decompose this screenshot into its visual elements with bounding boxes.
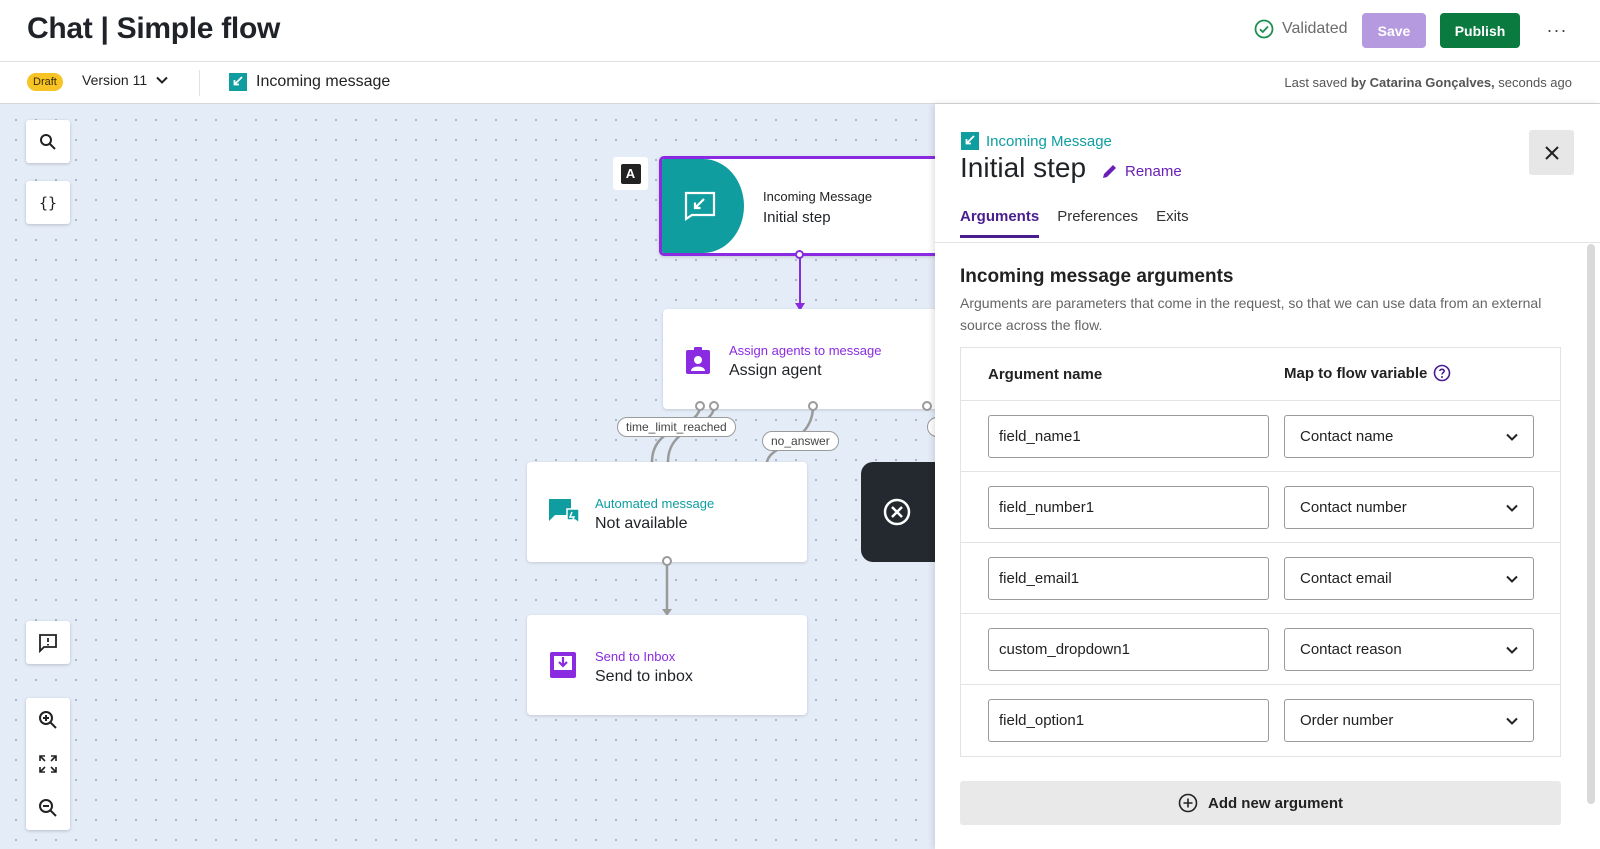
chevron-down-icon [1506, 646, 1518, 654]
node-automated-message[interactable]: Automated message Not available [527, 462, 807, 562]
validated-label: Validated [1282, 20, 1348, 37]
inbox-icon [550, 652, 576, 678]
add-argument-button[interactable]: Add new argument [960, 781, 1561, 825]
panel-tabs: Arguments Preferences Exits [960, 208, 1189, 238]
page-title: Chat | Simple flow [27, 12, 281, 45]
node-name: Assign agent [729, 362, 822, 379]
node-anchor[interactable] [922, 401, 932, 411]
argument-row: Contact email [961, 543, 1560, 614]
validation-status: Validated [1254, 19, 1348, 39]
close-icon [1544, 145, 1559, 160]
argument-name-input[interactable] [988, 415, 1269, 458]
node-icon-area [662, 159, 744, 253]
node-send-to-inbox[interactable]: Send to Inbox Send to inbox [527, 615, 807, 715]
chevron-down-icon [1506, 717, 1518, 725]
version-label: Version 11 [82, 72, 148, 88]
node-name: Not available [595, 515, 688, 532]
tab-preferences[interactable]: Preferences [1057, 208, 1138, 238]
node-anchor[interactable] [795, 250, 804, 259]
entry-marker-icon: A [620, 163, 641, 184]
argument-name-input[interactable] [988, 628, 1269, 671]
tab-exits[interactable]: Exits [1156, 208, 1189, 238]
node-type: Assign agents to message [729, 343, 882, 358]
rename-button[interactable]: Rename [1101, 162, 1182, 180]
panel-scrollbar[interactable] [1587, 244, 1595, 804]
divider [199, 70, 200, 96]
top-bar: Chat | Simple flow Validated Save Publis… [0, 0, 1600, 62]
help-icon[interactable] [1433, 364, 1451, 382]
sub-bar: Draft Version 11 Incoming message Last s… [0, 62, 1600, 104]
edge-label-time-limit: time_limit_reached [617, 417, 736, 437]
arguments-table: Argument name Map to flow variable Conta… [960, 347, 1561, 757]
current-step: Incoming message [228, 72, 390, 92]
step-details-panel: Incoming Message Initial step Rename Arg… [935, 104, 1600, 849]
panel-node-type: Incoming Message [960, 131, 1112, 151]
argument-name-input[interactable] [988, 557, 1269, 600]
argument-row: Contact reason [961, 614, 1560, 685]
node-name: Initial step [763, 209, 831, 226]
node-anchor[interactable] [808, 401, 818, 411]
node-type: Send to Inbox [595, 649, 676, 664]
section-description: Arguments are parameters that come in th… [960, 295, 1542, 333]
node-anchor[interactable] [695, 401, 705, 411]
arguments-table-header: Argument name Map to flow variable [961, 348, 1560, 401]
node-incoming-message[interactable]: Incoming Message Initial step [659, 156, 935, 256]
flow-variable-select[interactable]: Contact email [1284, 557, 1534, 600]
save-button[interactable]: Save [1362, 13, 1426, 48]
flow-variable-select[interactable]: Contact name [1284, 415, 1534, 458]
tabs-divider [935, 242, 1600, 243]
node-type: Incoming Message [763, 189, 873, 204]
panel-title: Initial step [960, 152, 1087, 183]
publish-button[interactable]: Publish [1440, 13, 1520, 48]
flow-canvas[interactable]: {} A Incoming Message Initial step Assig… [0, 104, 935, 849]
node-type: Automated message [595, 496, 715, 511]
argument-row: Order number [961, 685, 1560, 756]
node-assign-agents[interactable]: Assign agents to message Assign agent [663, 309, 935, 409]
more-options-icon[interactable]: ··· [1543, 18, 1571, 42]
tab-arguments[interactable]: Arguments [960, 208, 1040, 238]
panel-node-type-label: Incoming Message [986, 132, 1112, 150]
incoming-message-icon [961, 132, 979, 150]
automated-message-icon [549, 499, 580, 525]
pencil-icon [1103, 165, 1116, 178]
chevron-down-icon [1506, 433, 1518, 441]
flow-variable-select[interactable]: Order number [1284, 699, 1534, 742]
node-name: Send to inbox [595, 668, 693, 685]
add-argument-label: Add new argument [1207, 794, 1343, 812]
column-header-argument: Argument name [988, 366, 1103, 383]
node-anchor[interactable] [662, 556, 672, 566]
node-end[interactable] [861, 462, 935, 562]
entry-marker: A [613, 157, 648, 190]
plus-circle-icon [1178, 793, 1198, 813]
argument-name-input[interactable] [988, 699, 1269, 742]
rename-label: Rename [1125, 162, 1182, 180]
flow-variable-select[interactable]: Contact number [1284, 486, 1534, 529]
draft-badge: Draft [27, 73, 63, 91]
assign-agent-icon [686, 347, 710, 374]
argument-row: Contact name [961, 401, 1560, 472]
chevron-down-icon [156, 76, 168, 84]
check-circle-icon [1254, 19, 1274, 39]
column-header-variable: Map to flow variable [1284, 364, 1451, 382]
chevron-down-icon [1506, 504, 1518, 512]
incoming-message-icon [229, 73, 247, 91]
incoming-message-icon [684, 191, 716, 221]
version-selector[interactable]: Version 11 [82, 72, 169, 88]
argument-row: Contact number [961, 472, 1560, 543]
edge-label-no-answer: no_answer [762, 431, 839, 451]
argument-name-input[interactable] [988, 486, 1269, 529]
close-panel-button[interactable] [1529, 130, 1574, 175]
close-circle-icon [883, 498, 911, 526]
flow-variable-select[interactable]: Contact reason [1284, 628, 1534, 671]
node-anchor[interactable] [709, 401, 719, 411]
section-title: Incoming message arguments [960, 266, 1234, 287]
current-step-label: Incoming message [256, 73, 391, 90]
chevron-down-icon [1506, 575, 1518, 583]
last-saved-text: Last saved by Catarina Gonçalves, second… [1284, 75, 1572, 90]
